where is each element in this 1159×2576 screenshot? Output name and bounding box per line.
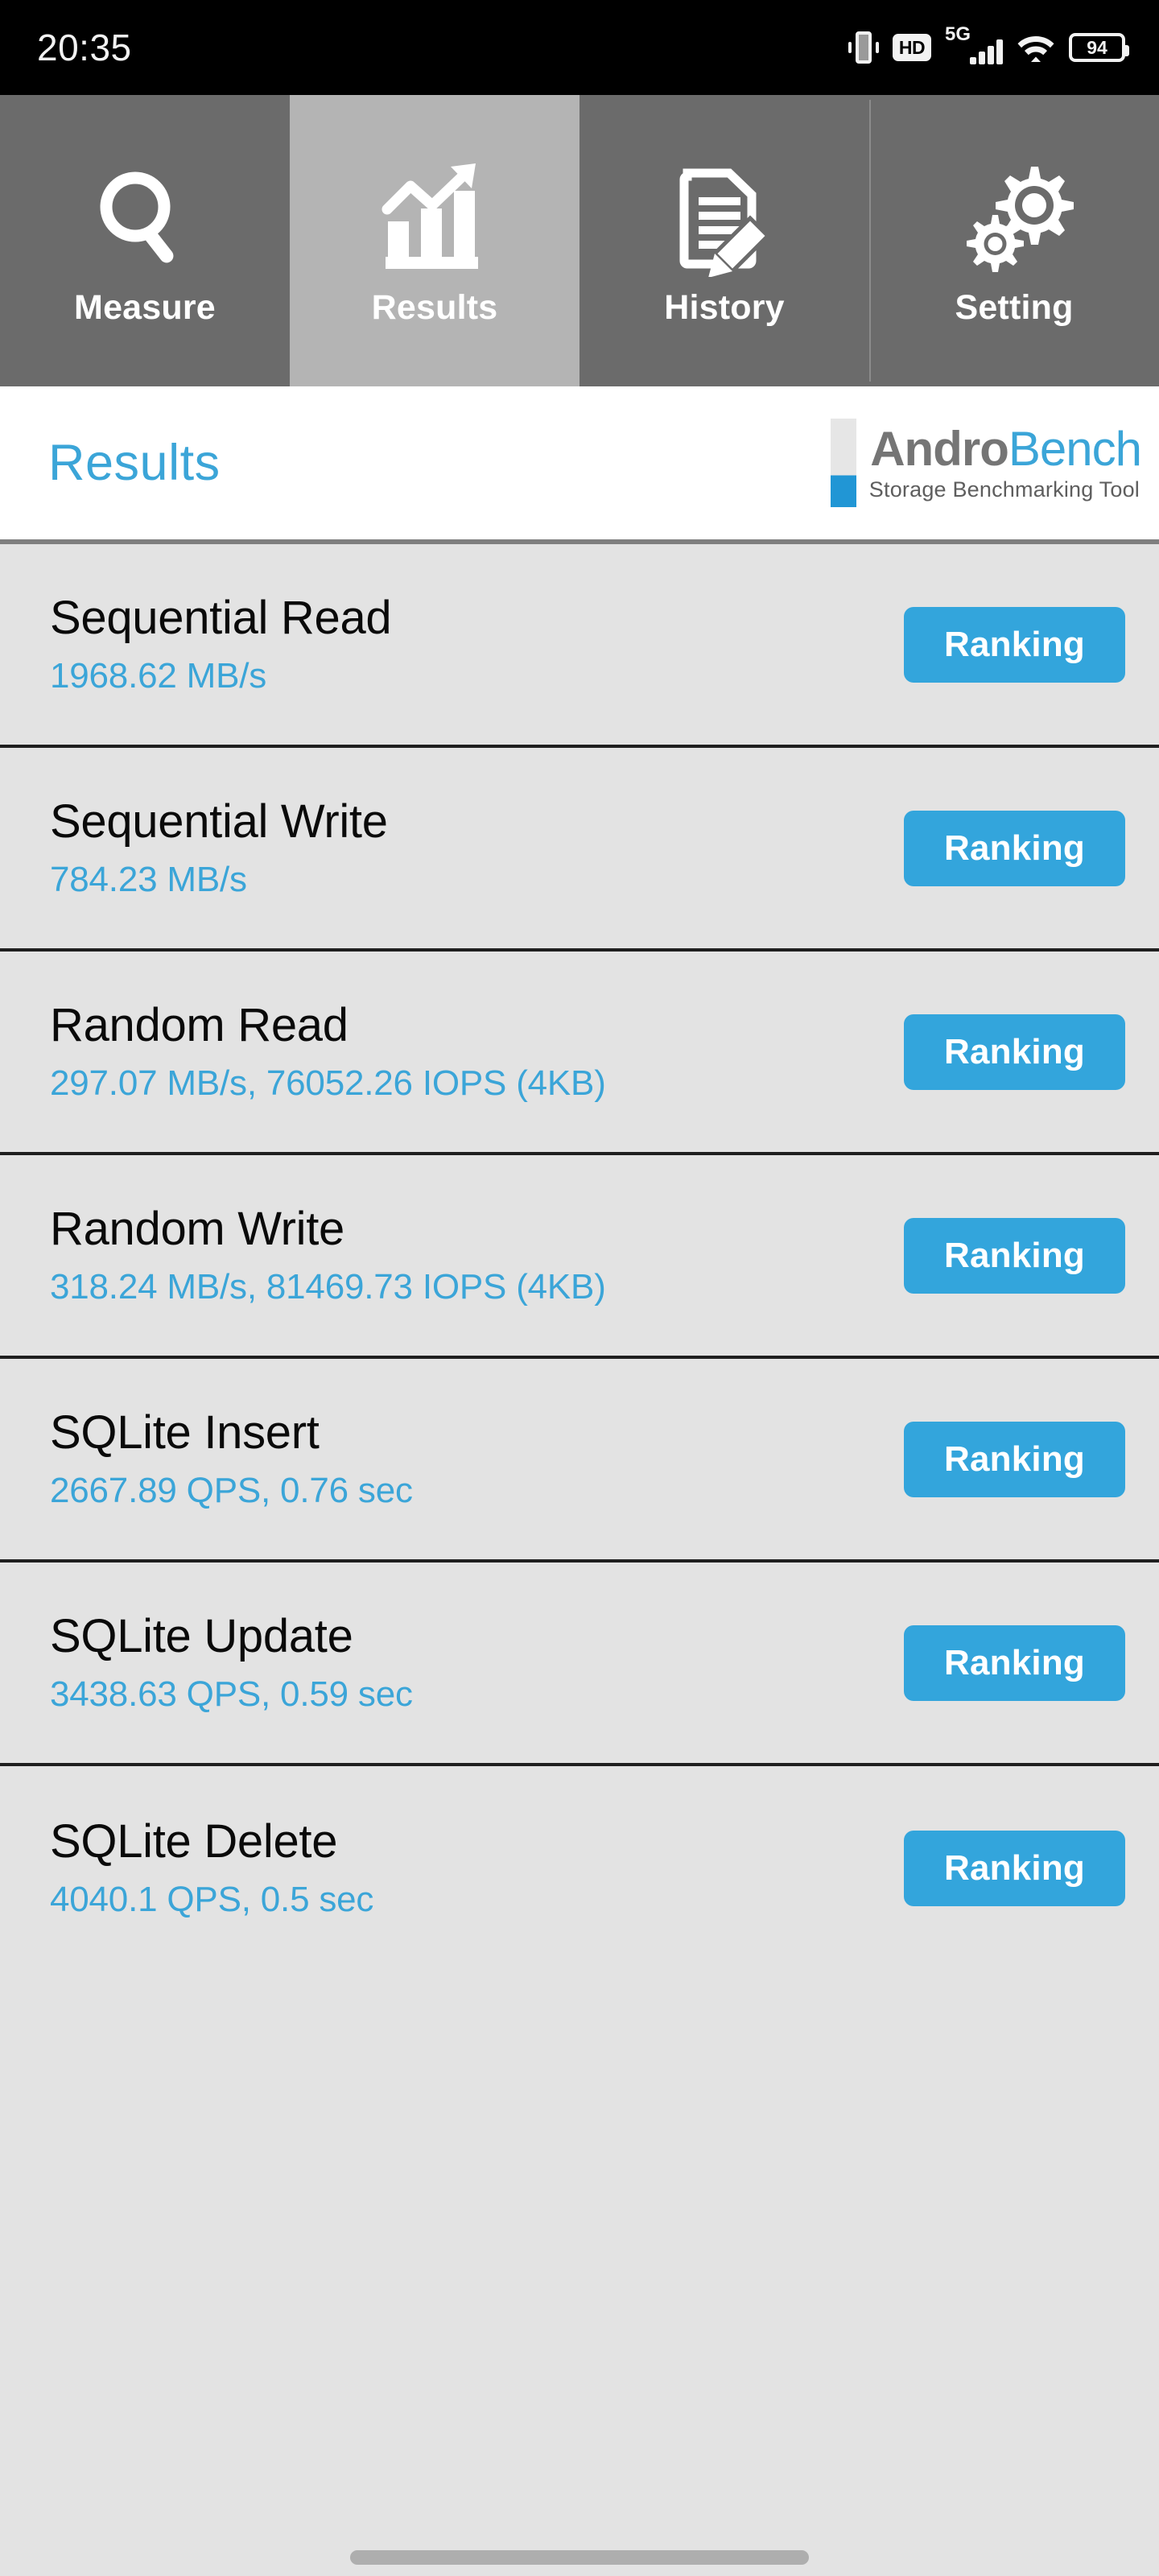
battery-icon: 94 (1069, 33, 1129, 62)
ranking-button[interactable]: Ranking (904, 606, 1125, 683)
page-title: Results (48, 435, 221, 491)
tab-results[interactable]: Results (290, 95, 580, 386)
ranking-button[interactable]: Ranking (904, 1624, 1125, 1701)
logo-subtitle: Storage Benchmarking Tool (868, 477, 1140, 502)
result-value: 1968.62 MB/s (50, 655, 267, 696)
ranking-button[interactable]: Ranking (904, 1830, 1125, 1906)
tab-setting[interactable]: Setting (869, 95, 1159, 386)
battery-level-label: 94 (1087, 36, 1107, 58)
cellular-signal-icon: 5G (945, 23, 1003, 67)
result-title: SQLite Delete (50, 1814, 338, 1868)
wifi-icon (1017, 31, 1055, 64)
result-row-sqlite-update[interactable]: SQLite Update 3438.63 QPS, 0.59 sec Rank… (0, 1563, 1159, 1766)
result-row-sqlite-insert[interactable]: SQLite Insert 2667.89 QPS, 0.76 sec Rank… (0, 1359, 1159, 1563)
result-title: Random Write (50, 1202, 345, 1255)
result-value: 318.24 MB/s, 81469.73 IOPS (4KB) (50, 1266, 606, 1307)
tab-results-label: Results (371, 287, 498, 327)
result-value: 297.07 MB/s, 76052.26 IOPS (4KB) (50, 1063, 606, 1103)
result-value: 4040.1 QPS, 0.5 sec (50, 1879, 374, 1919)
document-pencil-icon (666, 155, 783, 283)
tab-measure[interactable]: Measure (0, 95, 290, 386)
hd-call-icon: HD (893, 34, 931, 61)
tab-history[interactable]: History (580, 95, 869, 386)
network-type-label: 5G (945, 23, 971, 45)
tab-setting-label: Setting (955, 287, 1074, 327)
main-tab-bar: Measure Results History Setting (0, 95, 1159, 386)
vibrate-icon (848, 29, 879, 66)
gesture-home-bar[interactable] (350, 2550, 809, 2565)
result-title: SQLite Insert (50, 1406, 320, 1459)
logo-andro-text: Andro (870, 421, 1009, 476)
result-title: Sequential Write (50, 795, 388, 848)
result-title: SQLite Update (50, 1609, 353, 1662)
signal-bars (970, 39, 1003, 64)
result-value: 784.23 MB/s (50, 859, 247, 899)
status-icon-group: HD 5G 94 (848, 23, 1129, 67)
list-empty-space (0, 1970, 1159, 2576)
status-bar: 20:35 HD 5G 94 (0, 0, 1159, 95)
result-row-random-read[interactable]: Random Read 297.07 MB/s, 76052.26 IOPS (… (0, 952, 1159, 1155)
gears-icon (954, 155, 1074, 283)
result-value: 3438.63 QPS, 0.59 sec (50, 1674, 413, 1714)
result-title: Random Read (50, 998, 349, 1051)
bar-chart-arrow-icon (374, 155, 495, 283)
results-list: Sequential Read 1968.62 MB/s Ranking Seq… (0, 544, 1159, 2576)
status-clock: 20:35 (37, 27, 132, 68)
tab-measure-label: Measure (74, 287, 216, 327)
result-row-random-write[interactable]: Random Write 318.24 MB/s, 81469.73 IOPS … (0, 1155, 1159, 1359)
ranking-button[interactable]: Ranking (904, 1013, 1125, 1090)
ranking-button[interactable]: Ranking (904, 810, 1125, 886)
result-title: Sequential Read (50, 591, 392, 644)
result-row-sequential-read[interactable]: Sequential Read 1968.62 MB/s Ranking (0, 544, 1159, 748)
result-value: 2667.89 QPS, 0.76 sec (50, 1470, 413, 1510)
logo-bar-icon (830, 419, 856, 507)
app-root: 20:35 HD 5G 94 Measure Results History S… (0, 0, 1159, 2576)
magnifier-icon (89, 155, 201, 283)
result-row-sequential-write[interactable]: Sequential Write 784.23 MB/s Ranking (0, 748, 1159, 952)
androbench-logo: AndroBench Storage Benchmarking Tool (830, 419, 1142, 507)
logo-bench-text: Bench (1008, 421, 1142, 476)
page-header: Results AndroBench Storage Benchmarking … (0, 386, 1159, 544)
ranking-button[interactable]: Ranking (904, 1421, 1125, 1497)
ranking-button[interactable]: Ranking (904, 1217, 1125, 1294)
result-row-sqlite-delete[interactable]: SQLite Delete 4040.1 QPS, 0.5 sec Rankin… (0, 1766, 1159, 1970)
tab-history-label: History (664, 287, 785, 327)
